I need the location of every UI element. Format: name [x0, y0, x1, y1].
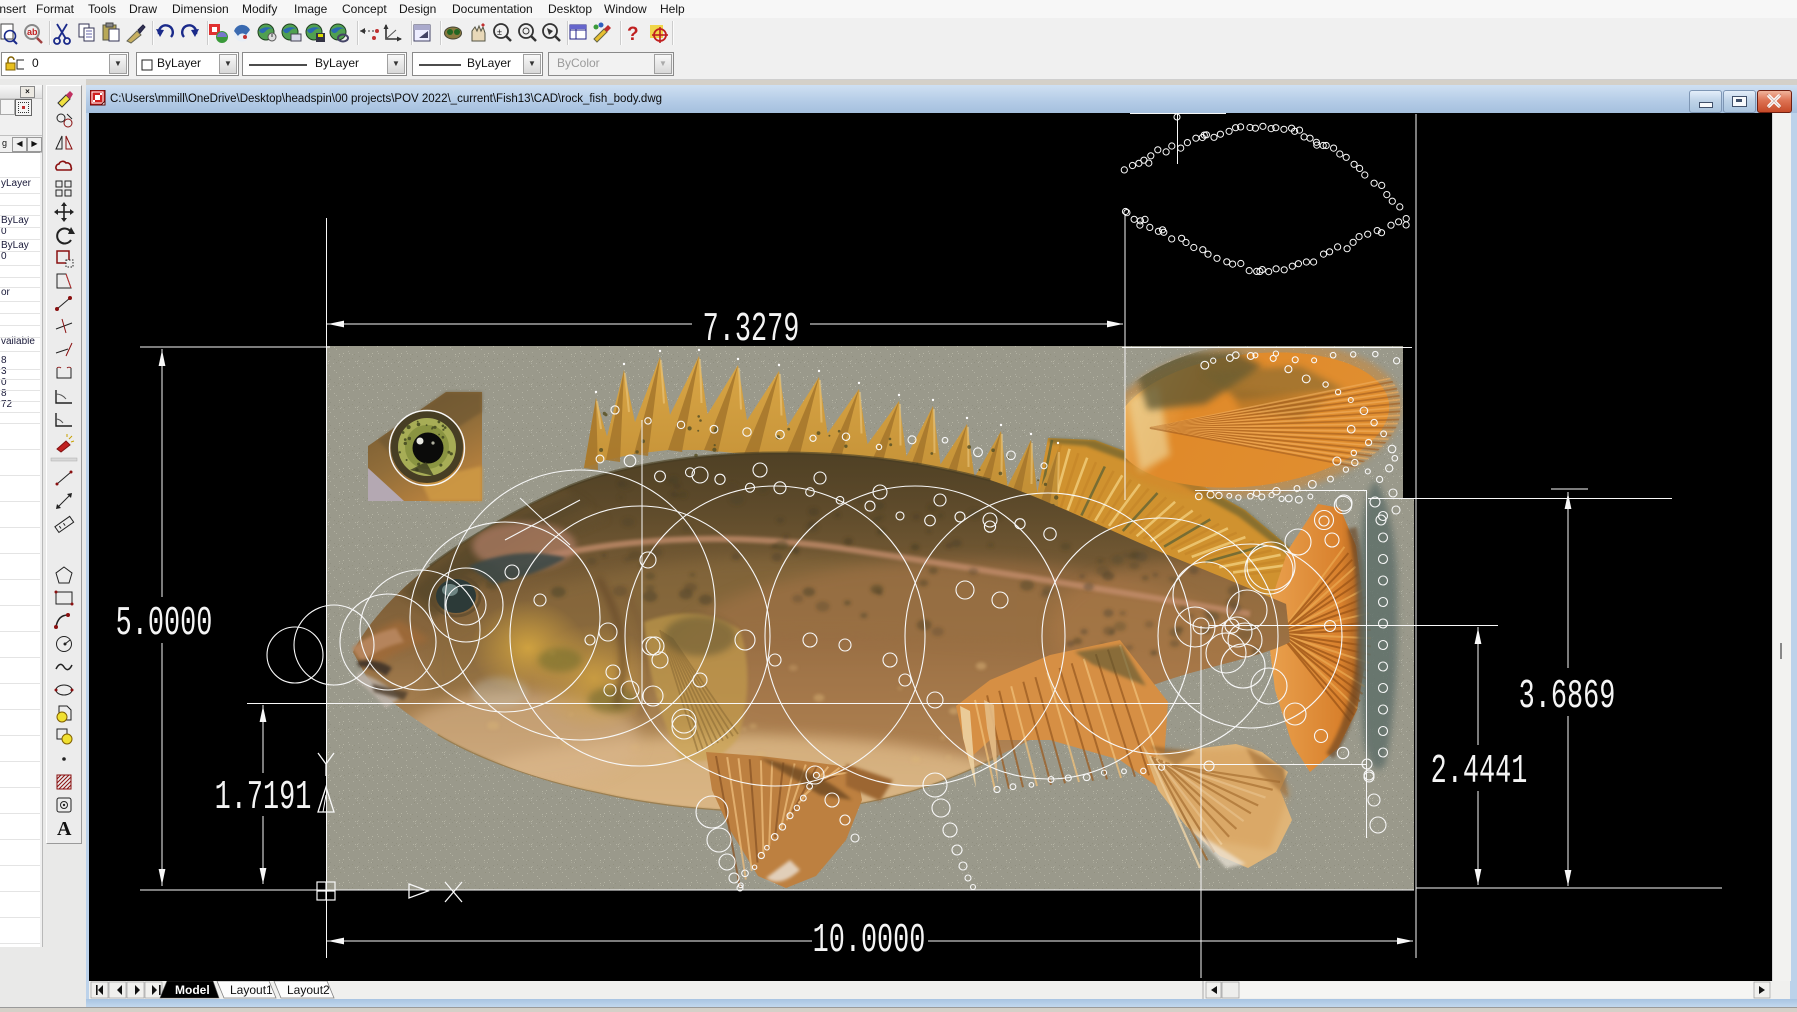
svg-text:A: A: [57, 818, 72, 840]
svg-text:10.0000: 10.0000: [813, 918, 926, 964]
svg-text:1.7191: 1.7191: [215, 775, 312, 821]
svg-text:±: ±: [497, 27, 502, 37]
svg-text:ab: ab: [27, 27, 38, 37]
svg-text:2.4441: 2.4441: [1431, 749, 1528, 795]
svg-text:Model: Model: [175, 983, 210, 997]
svg-text:Layout2: Layout2: [287, 983, 330, 997]
svg-text:5.0000: 5.0000: [116, 601, 213, 647]
svg-text:Layout1: Layout1: [230, 983, 273, 997]
svg-text:?: ?: [627, 24, 639, 45]
svg-text:7.3279: 7.3279: [703, 307, 800, 353]
svg-text:3.6869: 3.6869: [1519, 674, 1616, 720]
